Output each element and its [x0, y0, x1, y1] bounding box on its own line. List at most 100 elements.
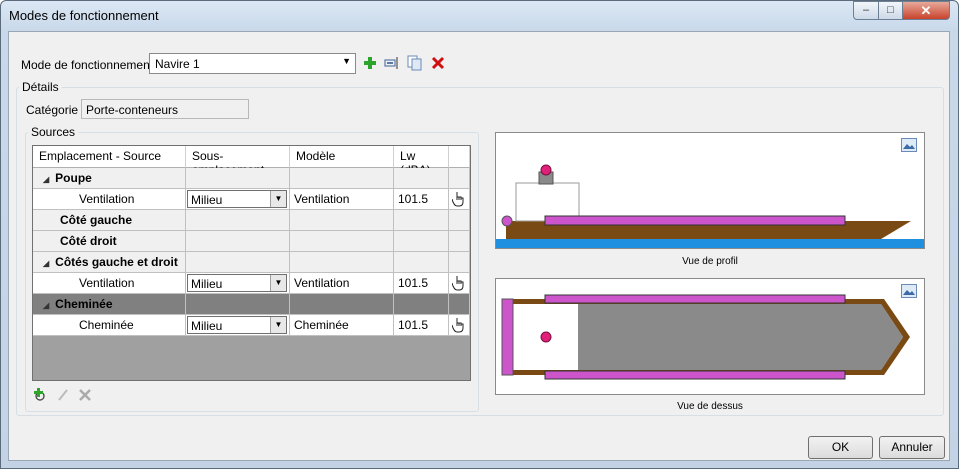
sublocation-select[interactable]: Milieu ▼ [187, 190, 287, 208]
action-cell [449, 168, 470, 189]
water-line [496, 239, 924, 248]
dialog-body: Mode de fonctionnement Navire 1 ▼ Détail… [8, 31, 950, 461]
cancel-button[interactable]: Annuler [879, 436, 945, 459]
table-row[interactable]: Ventilation Milieu ▼ Ventilation 101.5 [33, 273, 470, 294]
column-header-label: Emplacement - Source [39, 149, 162, 163]
location-name: Poupe [55, 171, 92, 185]
image-icon[interactable] [901, 138, 917, 152]
action-cell [449, 231, 470, 252]
close-button[interactable]: ✕ [902, 1, 950, 20]
table-row[interactable]: ◢ Poupe [33, 168, 470, 189]
hand-pointer-icon[interactable] [451, 317, 466, 333]
model-cell: Ventilation [290, 273, 394, 294]
column-header-location[interactable]: Emplacement - Source [33, 146, 186, 168]
profile-view [495, 132, 925, 249]
model-value: Cheminée [294, 318, 349, 332]
model-cell [290, 252, 394, 273]
model-value: Ventilation [294, 192, 350, 206]
sublocation-value: Milieu [191, 277, 223, 291]
action-cell [449, 189, 470, 210]
sublocation-cell [186, 168, 290, 189]
chevron-down-icon: ▼ [270, 317, 286, 333]
noise-source-marker[interactable] [540, 164, 552, 176]
sublocation-cell [186, 210, 290, 231]
hand-pointer-icon[interactable] [451, 275, 466, 291]
lw-cell: 101.5 [394, 189, 449, 210]
lw-cell [394, 210, 449, 231]
source-name: Cheminée [79, 318, 134, 332]
model-cell: Ventilation [290, 189, 394, 210]
side-containers-right [544, 370, 846, 380]
column-header-model[interactable]: Modèle [290, 146, 394, 168]
plus-icon[interactable] [362, 55, 378, 71]
sources-group-label: Sources [28, 125, 79, 139]
table-row[interactable]: Côté droit [33, 231, 470, 252]
sublocation-cell: Milieu ▼ [186, 189, 290, 210]
sublocation-value: Milieu [191, 319, 223, 333]
edit-icon[interactable] [55, 387, 71, 403]
location-cell: Cheminée [33, 315, 186, 336]
expand-icon[interactable]: ◢ [43, 175, 49, 184]
sublocation-cell [186, 252, 290, 273]
chevron-down-icon: ▼ [270, 191, 286, 207]
lw-value: 101.5 [398, 318, 429, 332]
hand-pointer-icon[interactable] [451, 191, 466, 207]
column-header-sublocation[interactable]: Sous-emplacement [186, 146, 290, 177]
column-header-label: Modèle [296, 149, 336, 163]
mode-select-value: Navire 1 [155, 57, 200, 71]
mode-select[interactable]: Navire 1 ▼ [149, 53, 356, 74]
expand-icon[interactable]: ◢ [43, 301, 49, 310]
maximize-button[interactable]: □ [878, 1, 903, 20]
location-cell: ◢ Côtés gauche et droit [33, 252, 186, 273]
title-bar: Modes de fonctionnement – □ ✕ [1, 1, 958, 31]
noise-source-marker[interactable] [501, 215, 513, 227]
category-label: Catégorie [26, 103, 79, 117]
sublocation-cell [186, 294, 290, 315]
mode-label: Mode de fonctionnement [21, 58, 154, 72]
copy-icon[interactable] [407, 55, 423, 71]
image-icon[interactable] [901, 284, 917, 298]
lw-cell: 101.5 [394, 315, 449, 336]
sublocation-select[interactable]: Milieu ▼ [187, 316, 287, 334]
table-row[interactable]: Ventilation Milieu ▼ Ventilation 101.5 [33, 189, 470, 210]
table-row[interactable]: Cheminée Milieu ▼ Cheminée 101.5 [33, 315, 470, 336]
lw-value: 101.5 [398, 276, 429, 290]
sublocation-select[interactable]: Milieu ▼ [187, 274, 287, 292]
model-cell [290, 168, 394, 189]
delete-icon[interactable] [77, 387, 93, 403]
table-row[interactable]: ◢ Côtés gauche et droit [33, 252, 470, 273]
sources-grid: Emplacement - Source Sous-emplacement Mo… [32, 145, 471, 381]
table-row-selected[interactable]: ◢ Cheminée [33, 294, 470, 315]
column-header-action [449, 146, 470, 168]
category-field: Porte-conteneurs [81, 99, 249, 119]
add-source-icon[interactable] [32, 387, 48, 403]
lw-cell [394, 294, 449, 315]
chevron-down-icon: ▼ [270, 275, 286, 291]
location-name: Côtés gauche et droit [55, 255, 178, 269]
profile-view-caption: Vue de profil [682, 256, 738, 267]
table-row[interactable]: Côté gauche [33, 210, 470, 231]
model-cell [290, 231, 394, 252]
model-value: Ventilation [294, 276, 350, 290]
noise-source-marker[interactable] [540, 331, 552, 343]
lw-cell [394, 231, 449, 252]
delete-icon[interactable] [430, 55, 446, 71]
window-title: Modes de fonctionnement [9, 8, 159, 23]
expand-icon[interactable]: ◢ [43, 259, 49, 268]
rename-icon[interactable] [384, 55, 400, 71]
minimize-button[interactable]: – [853, 1, 879, 20]
action-cell [449, 252, 470, 273]
dialog-window: Modes de fonctionnement – □ ✕ Mode de fo… [0, 0, 959, 469]
column-header-lw[interactable]: Lw (dBA) [394, 146, 449, 177]
superstructure [515, 182, 580, 222]
location-cell: Côté droit [33, 231, 186, 252]
location-cell: ◢ Poupe [33, 168, 186, 189]
action-cell [449, 273, 470, 294]
sublocation-value: Milieu [191, 193, 223, 207]
top-view-caption: Vue de dessus [677, 401, 743, 412]
cargo-area [578, 304, 903, 370]
source-name: Ventilation [79, 192, 135, 206]
location-cell: Côté gauche [33, 210, 186, 231]
sublocation-cell: Milieu ▼ [186, 273, 290, 294]
ok-button[interactable]: OK [808, 436, 873, 459]
